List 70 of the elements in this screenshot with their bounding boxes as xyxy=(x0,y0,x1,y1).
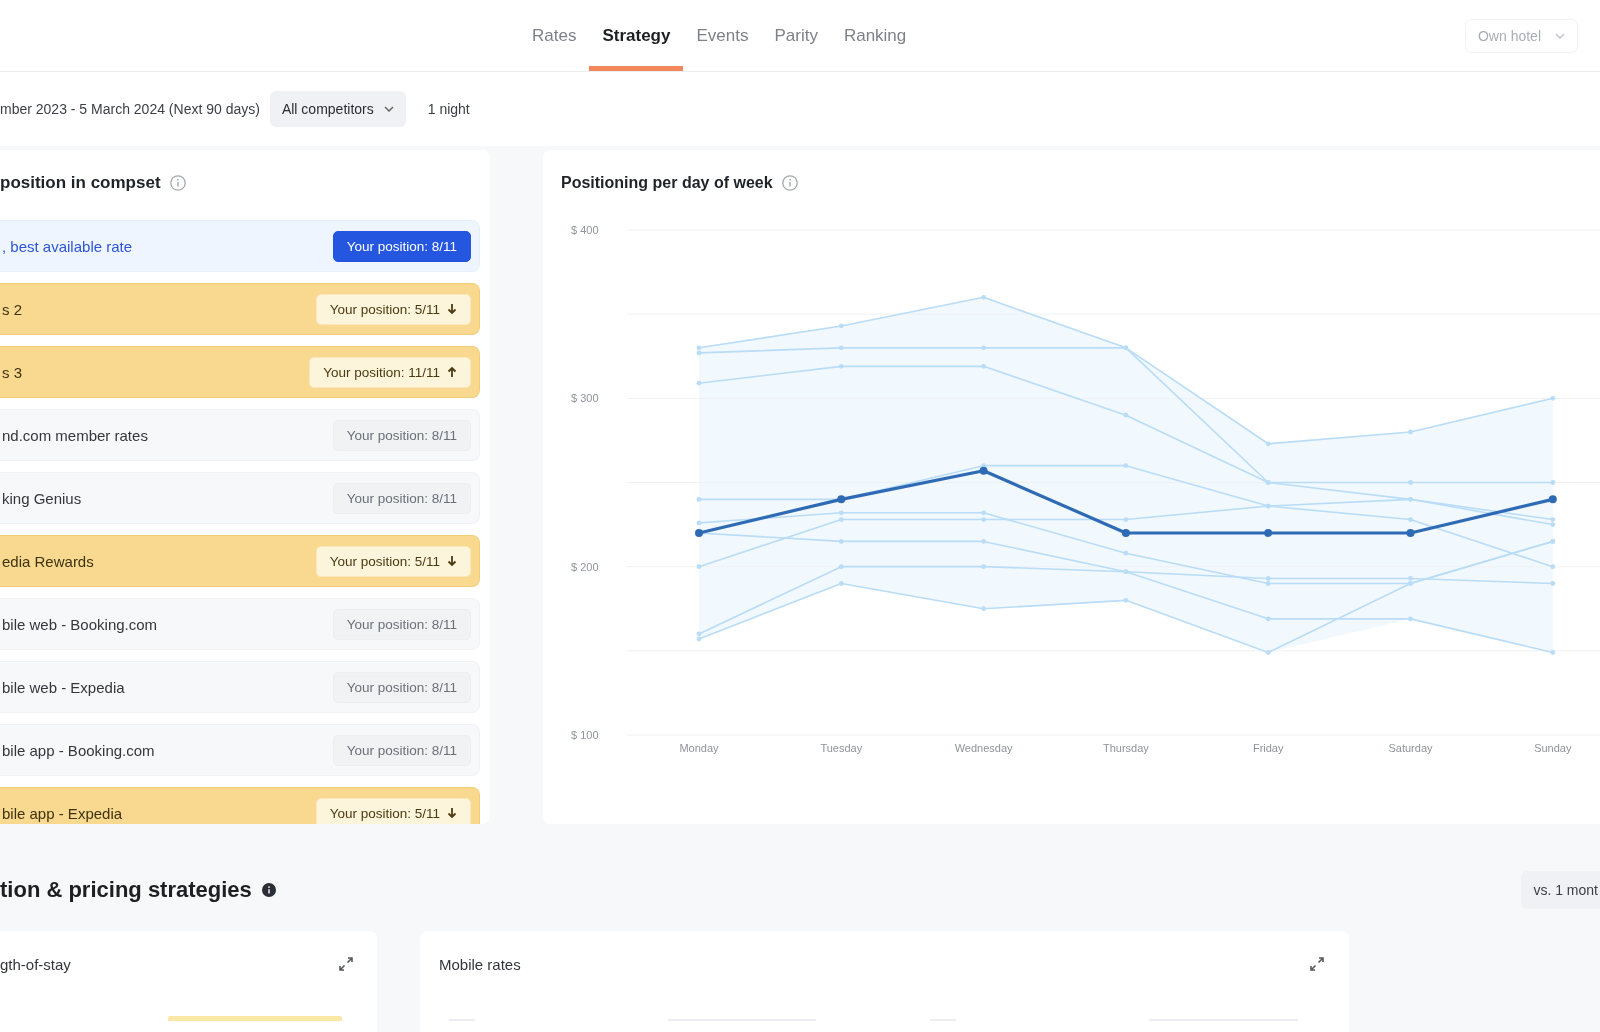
axis-label: Tuesday xyxy=(820,742,863,754)
point xyxy=(1406,529,1415,537)
channel-row[interactable]: s 3 Your position: 11/11 xyxy=(0,346,480,398)
tab[interactable]: Parity xyxy=(761,0,831,71)
axis-label: Sunday xyxy=(1534,742,1572,754)
channel-label: bile app - Expedia xyxy=(2,804,123,822)
channel-row[interactable]: s 2 Your position: 5/11 xyxy=(0,283,480,335)
axis-label: $ 400 xyxy=(571,224,599,236)
position-text: Your position: 8/11 xyxy=(346,490,457,506)
channel-row[interactable]: edia Rewards Your position: 5/11 xyxy=(0,535,480,587)
panel-title: position in compset xyxy=(0,173,161,193)
channel-label: king Genius xyxy=(2,489,82,507)
position-text: Your position: 8/11 xyxy=(346,427,457,443)
axis-label: Saturday xyxy=(1388,742,1433,754)
point xyxy=(979,466,988,475)
axis-label: $ 300 xyxy=(571,392,599,405)
point xyxy=(1121,529,1130,537)
arrow-down-icon xyxy=(447,303,457,315)
caret-icon xyxy=(383,106,394,112)
tab[interactable]: Events xyxy=(683,0,762,71)
competitors-dropdown[interactable]: All competitors xyxy=(269,91,406,127)
info-icon xyxy=(261,883,276,897)
position-text: Your position: 8/11 xyxy=(346,679,457,695)
axis-label: Wednesday xyxy=(954,742,1013,754)
channel-label: edia Rewards xyxy=(2,552,94,570)
arrow-down-icon xyxy=(447,555,457,567)
channel-row[interactable]: bile web - Expedia Your position: 8/11 xyxy=(0,661,480,713)
channel-label: nd.com member rates xyxy=(2,426,148,444)
channel-label: s 2 xyxy=(2,300,22,318)
arrow-down-icon xyxy=(447,807,457,819)
compare-dropdown[interactable]: vs. 1 mont xyxy=(1521,871,1600,909)
info-icon xyxy=(781,175,798,191)
axis-label: Monday xyxy=(679,742,719,754)
channel-row[interactable]: nd.com member rates Your position: 8/11 xyxy=(0,409,480,461)
section-title: tion & pricing strategies xyxy=(0,877,252,903)
info-icon xyxy=(169,175,186,191)
stay-length-text: 1 night xyxy=(427,101,470,117)
axis-label: $ 100 xyxy=(571,729,599,741)
position-text: Your position: 8/11 xyxy=(346,616,457,632)
axis-label: Friday xyxy=(1252,742,1284,754)
tab[interactable]: Rates xyxy=(519,0,590,71)
position-text: Your position: 5/11 xyxy=(329,805,440,821)
channel-row[interactable]: bile app - Booking.com Your position: 8/11 xyxy=(0,724,480,776)
point xyxy=(1548,495,1557,504)
channel-row[interactable]: bile web - Booking.com Your position: 8/11 xyxy=(0,598,480,650)
channel-label: bile web - Expedia xyxy=(2,678,125,696)
point xyxy=(1264,529,1273,537)
position-text: Your position: 5/11 xyxy=(329,301,440,317)
card-title: Mobile rates xyxy=(439,955,521,973)
position-text: Your position: 8/11 xyxy=(346,742,457,758)
arrow-up-icon xyxy=(447,366,457,378)
date-range-text: mber 2023 - 5 March 2024 (Next 90 days) xyxy=(0,101,260,117)
position-text: Your position: 8/11 xyxy=(346,238,457,254)
channel-label: s 3 xyxy=(2,363,22,381)
channel-label: bile app - Booking.com xyxy=(2,741,155,759)
channel-label: , best available rate xyxy=(2,237,133,255)
channel-row[interactable]: king Genius Your position: 8/11 xyxy=(0,472,480,524)
axis-label: $ 200 xyxy=(571,560,599,573)
expand-icon[interactable] xyxy=(1310,957,1324,971)
tab[interactable]: Ranking xyxy=(830,0,920,71)
channel-label: bile web - Booking.com xyxy=(2,615,158,633)
position-text: Your position: 11/11 xyxy=(323,364,440,380)
channel-row[interactable]: bile app - Expedia Your position: 5/11 xyxy=(0,787,480,824)
channel-row[interactable]: , best available rate Your position: 8/11 xyxy=(0,220,480,272)
caret-icon xyxy=(1555,32,1565,39)
card-title: gth-of-stay xyxy=(0,955,71,973)
expand-icon[interactable] xyxy=(339,957,353,971)
axis-label: Thursday xyxy=(1102,742,1149,754)
position-text: Your position: 5/11 xyxy=(329,553,440,569)
chart-title: Positioning per day of week xyxy=(561,174,773,192)
